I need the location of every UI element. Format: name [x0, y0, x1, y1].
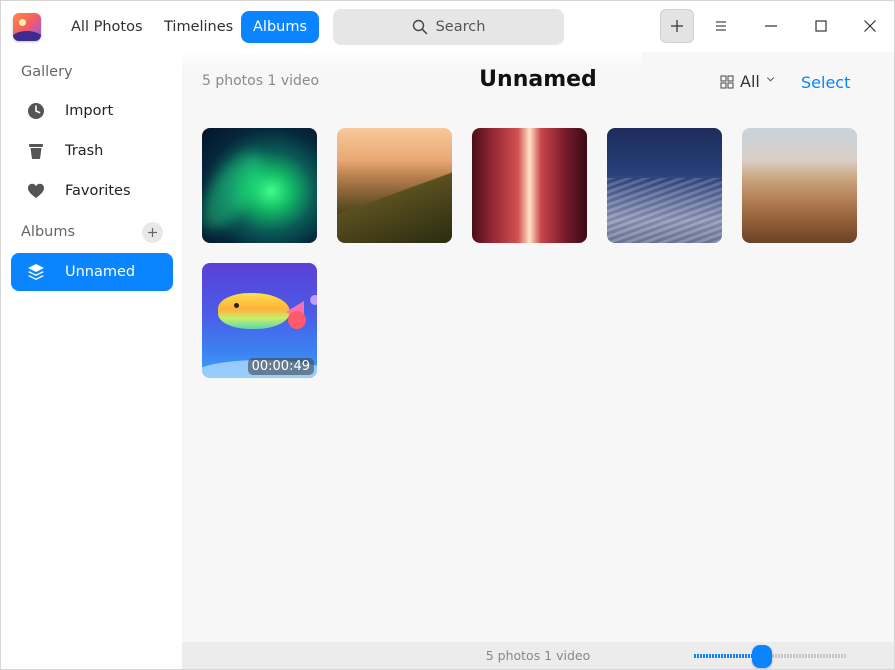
photo-thumbnail[interactable] [742, 128, 857, 243]
plus-icon [148, 228, 157, 237]
sidebar-item-label: Trash [65, 143, 104, 159]
tab-albums[interactable]: Albums [241, 11, 320, 43]
maximize-button[interactable] [804, 9, 838, 43]
title-bar: All Photos Timelines Albums Search [1, 1, 894, 52]
add-button[interactable] [660, 9, 694, 43]
add-album-button[interactable] [142, 222, 163, 243]
photo-thumbnail[interactable] [202, 128, 317, 243]
filter-dropdown[interactable]: All [720, 72, 775, 91]
photos-window: All Photos Timelines Albums Search Galle… [0, 0, 895, 670]
clock-icon [26, 101, 46, 121]
album-count: 5 photos 1 video [202, 73, 320, 89]
sidebar-item-import[interactable]: Import [11, 92, 173, 130]
photo-thumbnail[interactable] [472, 128, 587, 243]
photo-thumbnail[interactable] [607, 128, 722, 243]
close-icon [864, 20, 876, 32]
search-icon [412, 19, 427, 35]
tab-timelines[interactable]: Timelines [152, 11, 245, 43]
zoom-slider[interactable] [694, 645, 846, 668]
album-content: 5 photos 1 video Unnamed All Select 00:0… [182, 52, 894, 642]
sidebar-item-favorites[interactable]: Favorites [11, 172, 173, 210]
grid-icon [720, 74, 734, 89]
video-thumbnail[interactable]: 00:00:49 [202, 263, 317, 378]
sidebar-item-trash[interactable]: Trash [11, 132, 173, 170]
albums-heading: Albums [21, 224, 76, 240]
minimize-button[interactable] [754, 9, 788, 43]
filter-label: All [740, 72, 760, 91]
sidebar-item-label: Favorites [65, 183, 131, 199]
maximize-icon [815, 20, 827, 32]
heart-icon [26, 181, 46, 201]
menu-icon [716, 21, 726, 31]
sidebar-item-label: Unnamed [65, 264, 136, 280]
minimize-icon [765, 25, 777, 27]
photo-thumbnail[interactable] [337, 128, 452, 243]
sidebar-item-unnamed[interactable]: Unnamed [11, 253, 173, 291]
sidebar: Gallery Import Trash Favorites Albums Un… [1, 52, 182, 669]
tab-all-photos[interactable]: All Photos [59, 11, 155, 43]
menu-button[interactable] [704, 9, 738, 43]
layers-icon [26, 262, 46, 282]
app-logo-icon [13, 13, 41, 41]
chevron-down-icon [766, 77, 774, 82]
plus-icon [671, 20, 683, 32]
video-duration: 00:00:49 [247, 358, 314, 375]
gallery-heading: Gallery [21, 64, 73, 80]
search-placeholder: Search [435, 19, 486, 35]
zoom-slider-handle[interactable] [752, 645, 772, 668]
sidebar-item-label: Import [65, 103, 114, 119]
status-bar: 5 photos 1 video [182, 642, 894, 669]
trash-icon [26, 141, 46, 161]
close-button[interactable] [853, 9, 887, 43]
select-button[interactable]: Select [801, 73, 850, 92]
search-input[interactable]: Search [333, 9, 564, 45]
